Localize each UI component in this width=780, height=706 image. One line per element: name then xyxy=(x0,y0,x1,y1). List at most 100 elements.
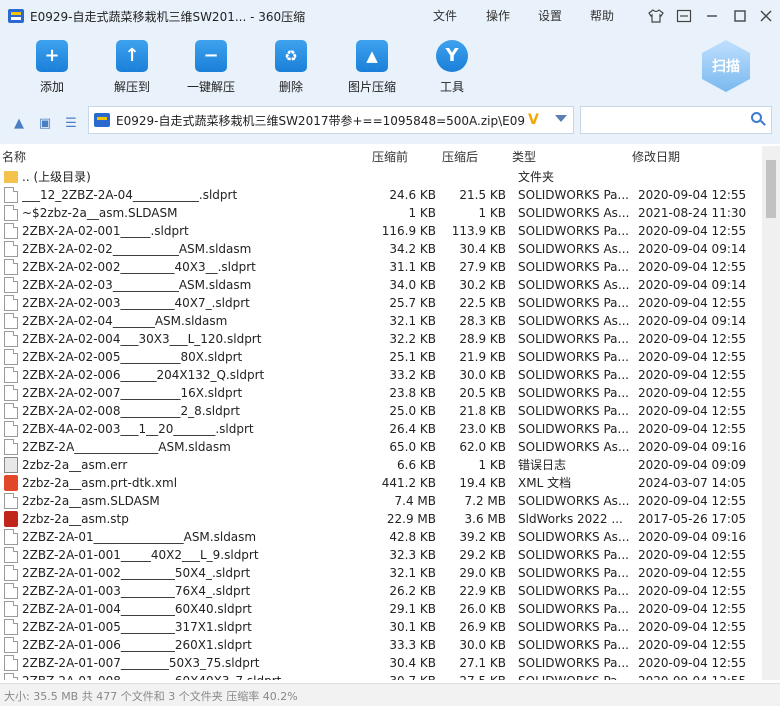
table-row[interactable]: 2ZBZ-2A-01_______________ASM.sldasm 42.8 … xyxy=(0,528,762,546)
table-row[interactable]: 2ZBZ-2A-01-008_________60X40X3_7.sldprt3… xyxy=(0,672,762,680)
menu-file[interactable]: 文件 xyxy=(433,7,457,24)
table-row[interactable]: 2ZBX-2A-02-04_______ASM.sldasm 32.1 KB 28.… xyxy=(0,312,762,330)
one-click-extract-button[interactable]: − 一键解压 xyxy=(176,40,246,95)
menu-operate[interactable]: 操作 xyxy=(486,7,510,24)
table-row[interactable]: 2ZBX-2A-02-002_________40X3__.sldprt 31.1… xyxy=(0,258,762,276)
app-logo-icon xyxy=(8,9,24,23)
file-type: SOLIDWORKS Pa... xyxy=(518,422,629,436)
file-type: SOLIDWORKS Pa... xyxy=(518,566,629,580)
file-name: 2ZBZ-2A-01-005_________317X1.sldprt xyxy=(22,620,252,634)
file-packed-size: 34.0 KB xyxy=(389,278,436,292)
file-type: SOLIDWORKS Pa... xyxy=(518,638,629,652)
table-row[interactable]: 2ZBX-2A-02-007__________16X.sldprt 23.8 K… xyxy=(0,384,762,402)
table-row[interactable]: 2ZBX-4A-02-003___1__20_______.sldprt 26.4… xyxy=(0,420,762,438)
file-icon xyxy=(4,385,18,401)
file-modified: 2020-09-04 12:55 xyxy=(638,188,747,202)
skin-shirt-icon[interactable] xyxy=(646,6,666,26)
maximize-icon[interactable] xyxy=(730,6,750,26)
file-original-size: 39.2 KB xyxy=(459,530,506,544)
table-row[interactable]: 2ZBX-2A-02-003_________40X7_.sldprt 25.7 … xyxy=(0,294,762,312)
column-original[interactable]: 压缩后 xyxy=(442,148,478,165)
file-type: SldWorks 2022 ... xyxy=(518,512,623,526)
image-compress-button[interactable]: ▲ 图片压缩 xyxy=(337,40,407,95)
table-row[interactable]: 2ZBZ-2A-01-001_____40X2___L_9.sldprt 32.3… xyxy=(0,546,762,564)
table-row[interactable]: 2zbz-2a__asm.SLDASM 7.4 MB 7.2 MB SOLIDWORK… xyxy=(0,492,762,510)
file-original-size: 3.6 MB xyxy=(464,512,506,526)
table-row[interactable]: ~$2zbz-2a__asm.SLDASM 1 KB 1 KB SOLIDWORKS … xyxy=(0,204,762,222)
file-name: 2ZBX-2A-02-004___30X3___L_120.sldprt xyxy=(22,332,262,346)
file-packed-size: 26.4 KB xyxy=(389,422,436,436)
column-modified[interactable]: 修改日期 xyxy=(632,148,680,165)
close-icon[interactable] xyxy=(756,6,776,26)
column-packed[interactable]: 压缩前 xyxy=(372,148,408,165)
table-row[interactable]: 2ZBZ-2A-01-003_________76X4_.sldprt 26.2 … xyxy=(0,582,762,600)
file-modified: 2020-09-04 12:55 xyxy=(638,422,747,436)
view-list-icon[interactable]: ☰ xyxy=(63,116,79,132)
file-type: SOLIDWORKS Pa... xyxy=(518,674,630,680)
scroll-thumb[interactable] xyxy=(766,160,776,218)
table-row[interactable]: 2ZBX-2A-02-008__________2_8.sldprt 25.0 K… xyxy=(0,402,762,420)
column-name[interactable]: 名称 xyxy=(2,148,26,165)
up-arrow-icon[interactable]: ▲ xyxy=(11,116,27,132)
file-name: 2ZBX-4A-02-003___1__20_______.sldprt xyxy=(22,422,254,436)
table-row[interactable]: 2ZBZ-2A-01-006_________260X1.sldprt 33.3 … xyxy=(0,636,762,654)
table-row[interactable]: 2ZBZ-2A-01-002_________50X4_.sldprt 32.1 … xyxy=(0,564,762,582)
file-icon xyxy=(4,241,18,257)
table-row[interactable]: 2ZBX-2A-02-005__________80X.sldprt 25.1 K… xyxy=(0,348,762,366)
table-row[interactable]: 2ZBX-2A-02-02___________ASM.sldasm 34.2 K… xyxy=(0,240,762,258)
add-icon: + xyxy=(36,40,68,72)
tools-button[interactable]: Y 工具 xyxy=(417,40,487,95)
table-row[interactable]: 2zbz-2a__asm.stp 22.9 MB 3.6 MB SldWorks 20… xyxy=(0,510,762,528)
file-packed-size: 29.1 KB xyxy=(389,602,436,616)
table-row[interactable]: 2zbz-2a__asm.prt-dtk.xml 441.2 KB 19.4 KB X… xyxy=(0,474,762,492)
table-row[interactable]: 2ZBZ-2A-01-005_________317X1.sldprt 30.1 … xyxy=(0,618,762,636)
file-type: SOLIDWORKS Pa... xyxy=(518,350,629,364)
table-row[interactable]: .. (上级目录) 文件夹 xyxy=(0,168,762,186)
file-packed-size: 31.1 KB xyxy=(389,260,436,274)
file-packed-size: 23.8 KB xyxy=(389,386,436,400)
file-name: 2zbz-2a__asm.stp xyxy=(22,512,129,526)
file-name: 2ZBX-2A-02-008__________2_8.sldprt xyxy=(22,404,240,418)
column-type[interactable]: 类型 xyxy=(512,148,536,165)
search-icon[interactable] xyxy=(751,112,766,126)
file-name: 2ZBX-2A-02-006______204X132_Q.sldprt xyxy=(22,368,265,382)
minimize-icon[interactable] xyxy=(702,6,722,26)
scan-button[interactable]: 扫描 xyxy=(702,40,754,96)
menu-settings[interactable]: 设置 xyxy=(538,7,562,24)
view-thumbnail-icon[interactable]: ▣ xyxy=(37,116,53,132)
tools-icon: Y xyxy=(436,40,468,72)
table-row[interactable]: 2zbz-2a__asm.err 6.6 KB 1 KB 错误日志 2020-09-04… xyxy=(0,456,762,474)
table-row[interactable]: 2ZBX-2A-02-004___30X3___L_120.sldprt 32.2… xyxy=(0,330,762,348)
file-original-size: 7.2 MB xyxy=(464,494,506,508)
table-row[interactable]: 2ZBX-2A-02-006______204X132_Q.sldprt 33.2… xyxy=(0,366,762,384)
delete-button[interactable]: ♻ 删除 xyxy=(256,40,326,95)
file-original-size: 27.5 KB xyxy=(440,674,506,680)
chevron-down-icon[interactable] xyxy=(555,115,567,122)
file-modified: 2020-09-04 12:55 xyxy=(638,638,747,652)
menu-help[interactable]: 帮助 xyxy=(590,7,614,24)
file-modified: 2020-09-04 12:55 xyxy=(638,260,747,274)
path-field[interactable]: E0929-自走式蔬菜移栽机三维SW2017带参+==1095848=500A.… xyxy=(88,106,574,134)
file-modified: 2020-09-04 12:55 xyxy=(638,494,747,508)
table-row[interactable]: 2ZBZ-2A______________ASM.sldasm 65.0 KB 62… xyxy=(0,438,762,456)
file-packed-size: 25.0 KB xyxy=(389,404,436,418)
file-modified: 2020-09-04 09:14 xyxy=(638,278,747,292)
table-row[interactable]: 2ZBX-2A-02-03___________ASM.sldasm 34.0 K… xyxy=(0,276,762,294)
table-row[interactable]: ___12_2ZBZ-2A-04___________.sldprt 24.6 K… xyxy=(0,186,762,204)
file-type: SOLIDWORKS Pa... xyxy=(518,602,629,616)
extract-to-button[interactable]: ↑ 解压到 xyxy=(97,40,167,95)
feedback-icon[interactable] xyxy=(674,6,694,26)
table-row[interactable]: 2ZBZ-2A-01-004_________60X40.sldprt 29.1 … xyxy=(0,600,762,618)
add-button[interactable]: + 添加 xyxy=(17,40,87,95)
file-modified: 2020-09-04 12:55 xyxy=(638,296,747,310)
file-icon xyxy=(4,367,18,383)
table-row[interactable]: 2ZBZ-2A-01-007________50X3_75.sldprt 30.4… xyxy=(0,654,762,672)
file-name: 2ZBZ-2A-01-006_________260X1.sldprt xyxy=(22,638,252,652)
file-type: SOLIDWORKS Pa... xyxy=(518,656,629,670)
search-input[interactable] xyxy=(580,106,772,134)
scrollbar[interactable] xyxy=(762,146,780,680)
table-row[interactable]: 2ZBX-2A-02-001_____.sldprt 116.9 KB 113.9 … xyxy=(0,222,762,240)
file-packed-size: 116.9 KB xyxy=(381,224,436,238)
file-packed-size: 1 KB xyxy=(408,206,436,220)
file-icon xyxy=(4,583,18,599)
